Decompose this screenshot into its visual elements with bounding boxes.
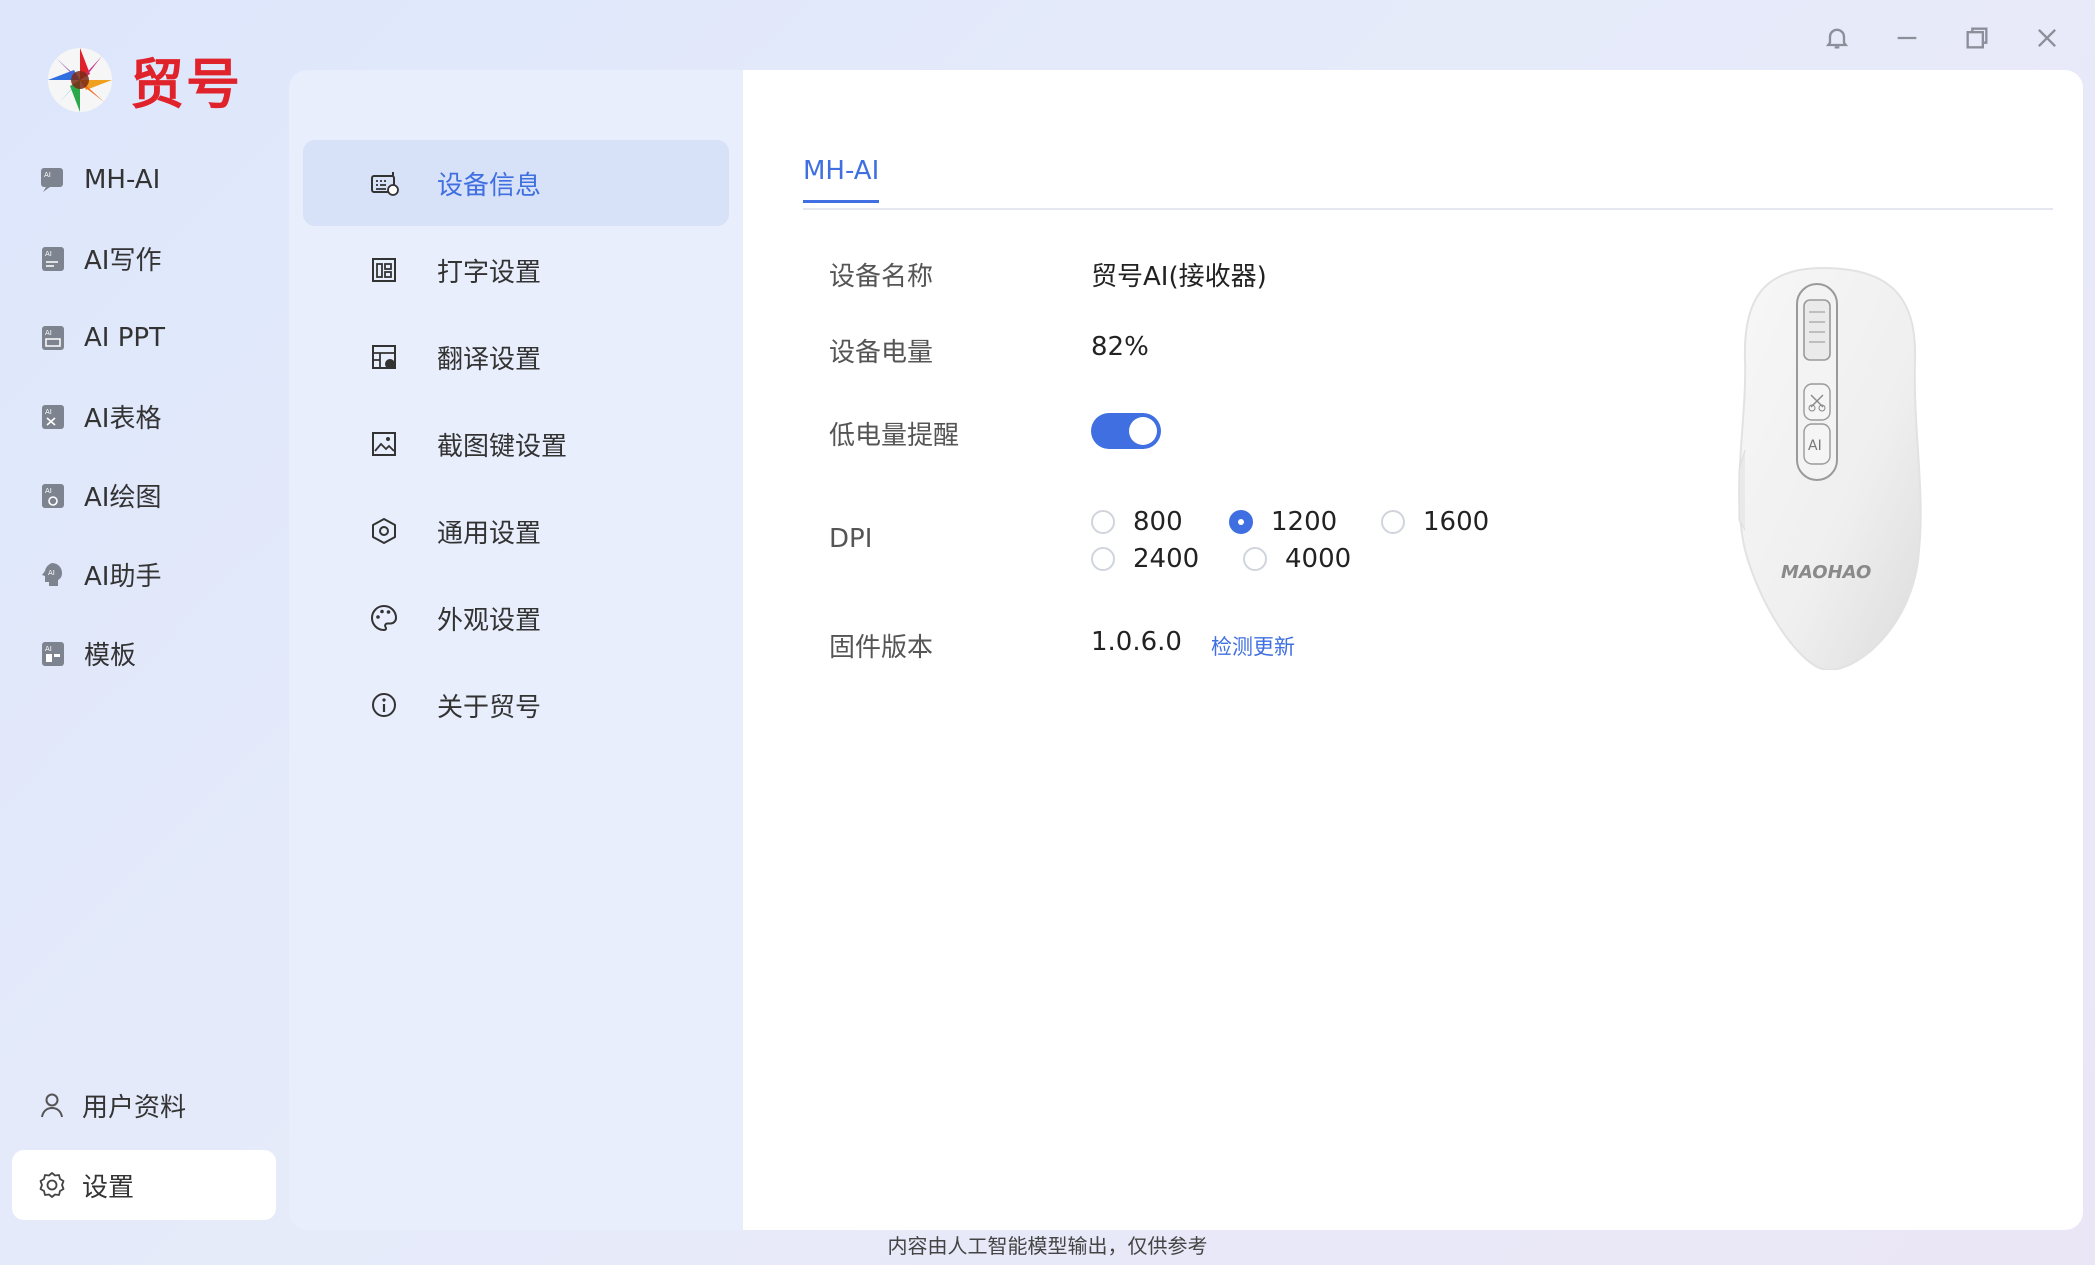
dpi-label: DPI [829,524,873,554]
radio-dot [1091,547,1115,571]
settings-item-typing[interactable]: 打字设置 [303,227,729,313]
radio-label: 4000 [1285,544,1352,574]
nav-item-ai-writing[interactable]: AI AI写作 [26,219,276,298]
bell-icon[interactable] [1817,18,1857,58]
firmware-label: 固件版本 [829,633,934,663]
radio-label: 1200 [1271,507,1338,537]
svg-text:AI: AI [45,408,52,416]
footer-disclaimer: 内容由人工智能模型输出，仅供参考 [887,1234,1208,1258]
nav-label: 设置 [82,1172,135,1203]
check-update-link[interactable]: 检测更新 [1211,631,1295,661]
dpi-radio-800[interactable]: 800 [1091,507,1183,537]
radio-label: 1600 [1423,507,1490,537]
mh-ai-icon: AI [41,167,63,192]
minimize-icon[interactable] [1887,18,1927,58]
info-icon [372,693,396,717]
window-controls [1817,18,2067,58]
palette-icon [371,604,398,632]
nav-item-template[interactable]: AI 模板 [26,614,276,693]
nav-label: AI助手 [84,562,162,592]
low-battery-label: 低电量提醒 [829,421,960,451]
settings-gear-icon [39,1172,65,1198]
settings-item-appearance[interactable]: 外观设置 [303,575,729,661]
svg-text:AI: AI [45,645,52,653]
radio-label: 2400 [1133,544,1200,574]
device-name-value: 贸号AI(接收器) [1091,262,1267,292]
settings-label: 设备信息 [437,170,542,201]
nav-label: AI绘图 [84,483,162,513]
dpi-radio-1200[interactable]: 1200 [1229,507,1337,537]
general-settings-icon [372,518,396,544]
ai-writing-icon: AI [42,246,64,271]
nav-label: 模板 [84,641,137,671]
nav-item-mh-ai[interactable]: AI MH-AI [26,140,276,219]
main-nav: AI MH-AI AI AI写作 AI AI PPT AI AI表格 AI AI… [26,140,276,693]
radio-dot [1381,510,1405,534]
svg-text:AI: AI [45,329,52,337]
nav-item-user-profile[interactable]: 用户资料 [12,1070,276,1140]
settings-label: 翻译设置 [437,344,542,375]
ai-ppt-icon: AI [42,325,64,350]
nav-item-settings[interactable]: 设置 [12,1150,276,1220]
radio-dot [1091,510,1115,534]
nav-label: MH-AI [84,164,161,195]
nav-label: 用户资料 [82,1092,187,1123]
device-name-label: 设备名称 [829,262,934,292]
svg-text:AI: AI [48,569,55,577]
bottom-nav: 用户资料 设置 [12,1070,276,1230]
radio-label: 800 [1133,507,1183,537]
restore-icon[interactable] [1957,18,1997,58]
settings-item-translate[interactable]: 翻译设置 [303,314,729,400]
user-icon [41,1093,63,1118]
typing-icon [372,258,396,282]
radio-dot [1243,547,1267,571]
ai-table-icon: AI [42,404,64,429]
settings-item-device-info[interactable]: 设备信息 [303,140,729,226]
dpi-radio-2400[interactable]: 2400 [1091,544,1199,574]
settings-menu: 设备信息 打字设置 翻译设置 截图键设置 通用设置 外观设置 关于贸号 [289,70,743,1230]
ai-drawing-icon: AI [42,483,64,508]
svg-text:AI: AI [45,487,52,495]
firmware-value: 1.0.6.0 [1091,627,1182,657]
screenshot-icon [372,432,396,456]
settings-item-screenshot[interactable]: 截图键设置 [303,401,729,487]
close-icon[interactable] [2027,18,2067,58]
logo-mark-icon [48,47,112,112]
nav-item-ai-ppt[interactable]: AI AI PPT [26,298,276,377]
nav-label: AI写作 [84,246,162,276]
settings-item-about[interactable]: 关于贸号 [303,662,729,748]
logo-text: 贸号 [130,53,242,116]
settings-label: 打字设置 [437,257,542,288]
tab-mh-ai[interactable]: MH-AI [803,156,880,203]
battery-label: 设备电量 [829,338,934,368]
mouse-brand-label: MAOHAO [1781,562,1871,583]
tab-bar: MH-AI [803,70,2053,210]
translate-icon [372,345,396,369]
svg-text:AI: AI [45,250,52,258]
radio-dot [1229,510,1253,534]
settings-label: 关于贸号 [437,692,542,723]
settings-label: 截图键设置 [437,431,568,462]
template-icon: AI [42,641,64,666]
nav-label: AI表格 [84,404,162,434]
device-info-icon [371,172,399,196]
mouse-ai-label: AI [1808,438,1822,454]
mouse-image: AI MAOHAO [1738,266,1922,670]
svg-text:AI: AI [44,171,51,179]
app-logo: 贸号 [44,40,242,119]
dpi-radio-4000[interactable]: 4000 [1243,544,1351,574]
nav-item-ai-assistant[interactable]: AI AI助手 [26,535,276,614]
nav-item-ai-drawing[interactable]: AI AI绘图 [26,456,276,535]
low-battery-toggle[interactable] [1091,413,1161,449]
settings-item-general[interactable]: 通用设置 [303,488,729,574]
settings-label: 外观设置 [437,605,542,636]
nav-label: AI PPT [84,322,165,353]
nav-item-ai-table[interactable]: AI AI表格 [26,377,276,456]
battery-value: 82% [1091,332,1149,362]
device-info-panel: MH-AI 设备名称 贸号AI(接收器) 设备电量 82% 低电量提醒 DPI … [743,70,2083,1230]
ai-assistant-icon: AI [42,562,62,586]
dpi-radio-1600[interactable]: 1600 [1381,507,1489,537]
settings-label: 通用设置 [437,518,542,549]
toggle-knob [1129,417,1157,445]
